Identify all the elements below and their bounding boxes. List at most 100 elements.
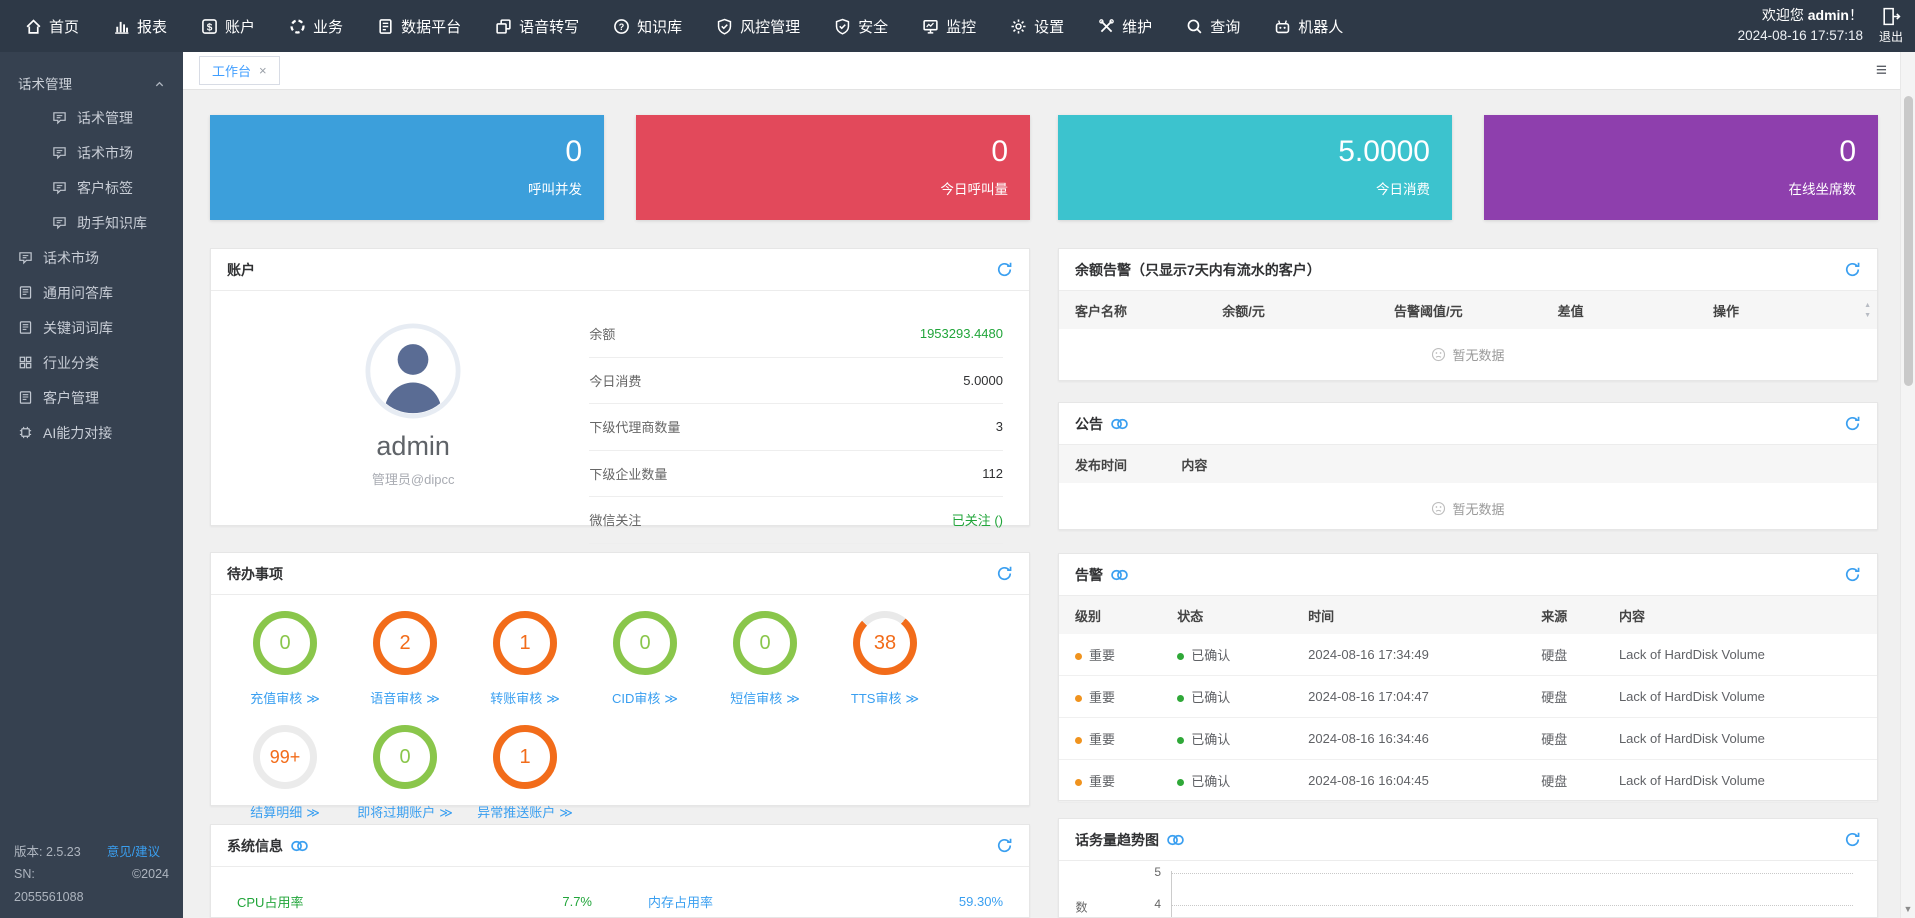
refresh-icon[interactable]	[1844, 261, 1861, 278]
account-role: 管理员@dipcc	[371, 472, 455, 487]
main-area: 工作台 × ≡ 0 呼叫并发 0 今日呼叫量 账户 admin 管理员@dipc…	[183, 52, 1915, 918]
nav-item-security[interactable]: 安全	[817, 0, 905, 52]
empty-text: 暂无数据	[1452, 501, 1505, 517]
logout-button[interactable]: 退出	[1879, 6, 1903, 45]
nav-item-home[interactable]: 首页	[8, 0, 96, 52]
link-icon[interactable]	[1167, 834, 1184, 846]
scroll-down-arrow-icon[interactable]: ▼	[1901, 904, 1915, 914]
account-stat-value: 3	[995, 419, 1003, 435]
nav-item-risk-control[interactable]: 风控管理	[699, 0, 817, 52]
todo-count-ring: 38	[852, 611, 917, 675]
todo-item-transfer-audit: 1 转账审核 ≫	[490, 611, 560, 707]
sidebar-item-script-market[interactable]: 话术市场	[0, 240, 183, 275]
comment-icon	[52, 110, 67, 125]
sidebar-footer: 版本: 2.5.23 意见/建议 SN: 2055561088 ©2024	[0, 841, 183, 909]
book-icon	[18, 390, 33, 405]
refresh-icon[interactable]	[1844, 415, 1861, 432]
scrollbar-thumb[interactable]	[1904, 96, 1913, 386]
system-metric-label: 内存占用率	[648, 895, 714, 910]
tab-bar: 工作台 × ≡	[183, 52, 1915, 90]
vertical-scrollbar[interactable]: ▼	[1900, 52, 1915, 918]
bar-chart-icon	[113, 18, 130, 35]
chip-icon	[18, 425, 33, 440]
stat-card-label: 呼叫并发	[528, 182, 582, 197]
refresh-icon[interactable]	[996, 837, 1013, 854]
nav-item-label: 语音转写	[519, 18, 580, 36]
sidebar-item-general-qa[interactable]: 通用问答库	[0, 275, 183, 310]
todo-link-sms-audit[interactable]: 短信审核 ≫	[730, 688, 800, 707]
sidebar-item-keyword-lexicon[interactable]: 关键词词库	[0, 310, 183, 345]
link-icon[interactable]	[291, 840, 308, 852]
todo-link-voice-audit[interactable]: 语音审核 ≫	[370, 688, 440, 707]
account-stat-value: 112	[982, 465, 1003, 481]
alarm-source: 硬盘	[1541, 648, 1568, 663]
link-icon[interactable]	[1111, 418, 1128, 430]
sidebar-item-customer-tags[interactable]: 客户标签	[0, 170, 183, 205]
nav-item-settings[interactable]: 设置	[993, 0, 1081, 52]
sidebar-item-ai-capability[interactable]: AI能力对接	[0, 415, 183, 450]
nav-item-monitoring[interactable]: 监控	[905, 0, 993, 52]
gear-icon	[1010, 18, 1027, 35]
nav-item-business[interactable]: 业务	[272, 0, 360, 52]
account-username: admin	[376, 431, 450, 461]
refresh-icon[interactable]	[996, 565, 1013, 582]
system-metric-label: CPU占用率	[237, 895, 304, 910]
todo-link-abnormal-push-accounts[interactable]: 异常推送账户 ≫	[477, 802, 573, 821]
nav-item-data-platform[interactable]: 数据平台	[360, 0, 478, 52]
table-scroll-arrows[interactable]: ▲ ▼	[1864, 291, 1871, 329]
sidebar-item-industry-category[interactable]: 行业分类	[0, 345, 183, 380]
nav-item-knowledge-base[interactable]: ? 知识库	[596, 0, 699, 52]
sidebar-item-script-market[interactable]: 话术市场	[0, 135, 183, 170]
nav-item-label: 维护	[1122, 18, 1153, 36]
chevron-up-icon	[154, 78, 165, 89]
app-body: 话术管理 话术管理 话术市场 客户标签 助手知识库 话术市场 通用问答库 关键词词库 行业分类客…	[0, 52, 1915, 918]
sidebar-item-customer-management[interactable]: 客户管理	[0, 380, 183, 415]
welcome-block: 欢迎您 admin！ 2024-08-16 17:57:18	[1738, 5, 1863, 48]
nav-item-query[interactable]: 查询	[1169, 0, 1257, 52]
todo-link-label: CID审核	[612, 691, 661, 706]
nav-item-maintenance[interactable]: 维护	[1081, 0, 1169, 52]
nav-item-robot[interactable]: 机器人	[1257, 0, 1360, 52]
sidebar-item-label: 客户标签	[77, 179, 133, 196]
todo-link-transfer-audit[interactable]: 转账审核 ≫	[490, 688, 560, 707]
system-metric: CPU占用率 7.7%	[237, 883, 592, 917]
level-dot-icon	[1075, 779, 1082, 786]
nav-item-reports[interactable]: 报表	[96, 0, 184, 52]
link-icon[interactable]	[1111, 569, 1128, 581]
stat-card-today-calls: 0 今日呼叫量	[636, 115, 1030, 220]
book-icon	[18, 285, 33, 300]
todo-link-tts-audit[interactable]: TTS审核 ≫	[851, 688, 919, 707]
account-stat-label: 今日消费	[589, 373, 642, 389]
account-stat-value: 已关注 ()	[951, 513, 1003, 529]
tab-label: 工作台	[212, 64, 252, 79]
refresh-icon[interactable]	[996, 261, 1013, 278]
tab-workbench[interactable]: 工作台 ×	[199, 56, 280, 85]
tab-close-icon[interactable]: ×	[259, 63, 267, 78]
alarm-status: 已确认	[1161, 729, 1292, 748]
nav-item-transcription[interactable]: 语音转写	[478, 0, 596, 52]
account-stat-label: 下级企业数量	[589, 466, 668, 482]
refresh-icon[interactable]	[1844, 831, 1861, 848]
gridline	[1171, 905, 1853, 906]
sidebar-item-script-management[interactable]: 话术管理	[0, 100, 183, 135]
double-arrow-icon: ≫	[786, 691, 800, 706]
todo-link-label: 充值审核	[250, 691, 303, 706]
shield-check-icon	[834, 18, 851, 35]
todo-link-label: TTS审核	[850, 691, 902, 706]
todo-link-recharge-audit[interactable]: 充值审核 ≫	[250, 688, 320, 707]
todo-item-settlement-detail: 99+ 结算明细 ≫	[250, 725, 320, 821]
alarm-time: 2024-08-16 16:34:46	[1308, 731, 1429, 746]
sidebar-item-assistant-knowledge[interactable]: 助手知识库	[0, 205, 183, 240]
todo-link-cid-audit[interactable]: CID审核 ≫	[612, 688, 678, 707]
alarm-content: Lack of HardDisk Volume	[1618, 647, 1765, 662]
column-header: 告警阈值/元	[1394, 303, 1463, 319]
nav-item-account[interactable]: $ 账户	[184, 0, 272, 52]
refresh-icon[interactable]	[1844, 566, 1861, 583]
feedback-link[interactable]: 意见/建议	[107, 841, 160, 864]
double-arrow-icon: ≫	[439, 805, 453, 820]
sidebar-group-script-management[interactable]: 话术管理	[0, 66, 183, 100]
todo-link-settlement-detail[interactable]: 结算明细 ≫	[250, 802, 320, 821]
tab-list-menu-icon[interactable]: ≡	[1876, 61, 1887, 80]
grid-icon	[18, 355, 33, 370]
todo-link-expiring-accounts[interactable]: 即将过期账户 ≫	[357, 802, 453, 821]
